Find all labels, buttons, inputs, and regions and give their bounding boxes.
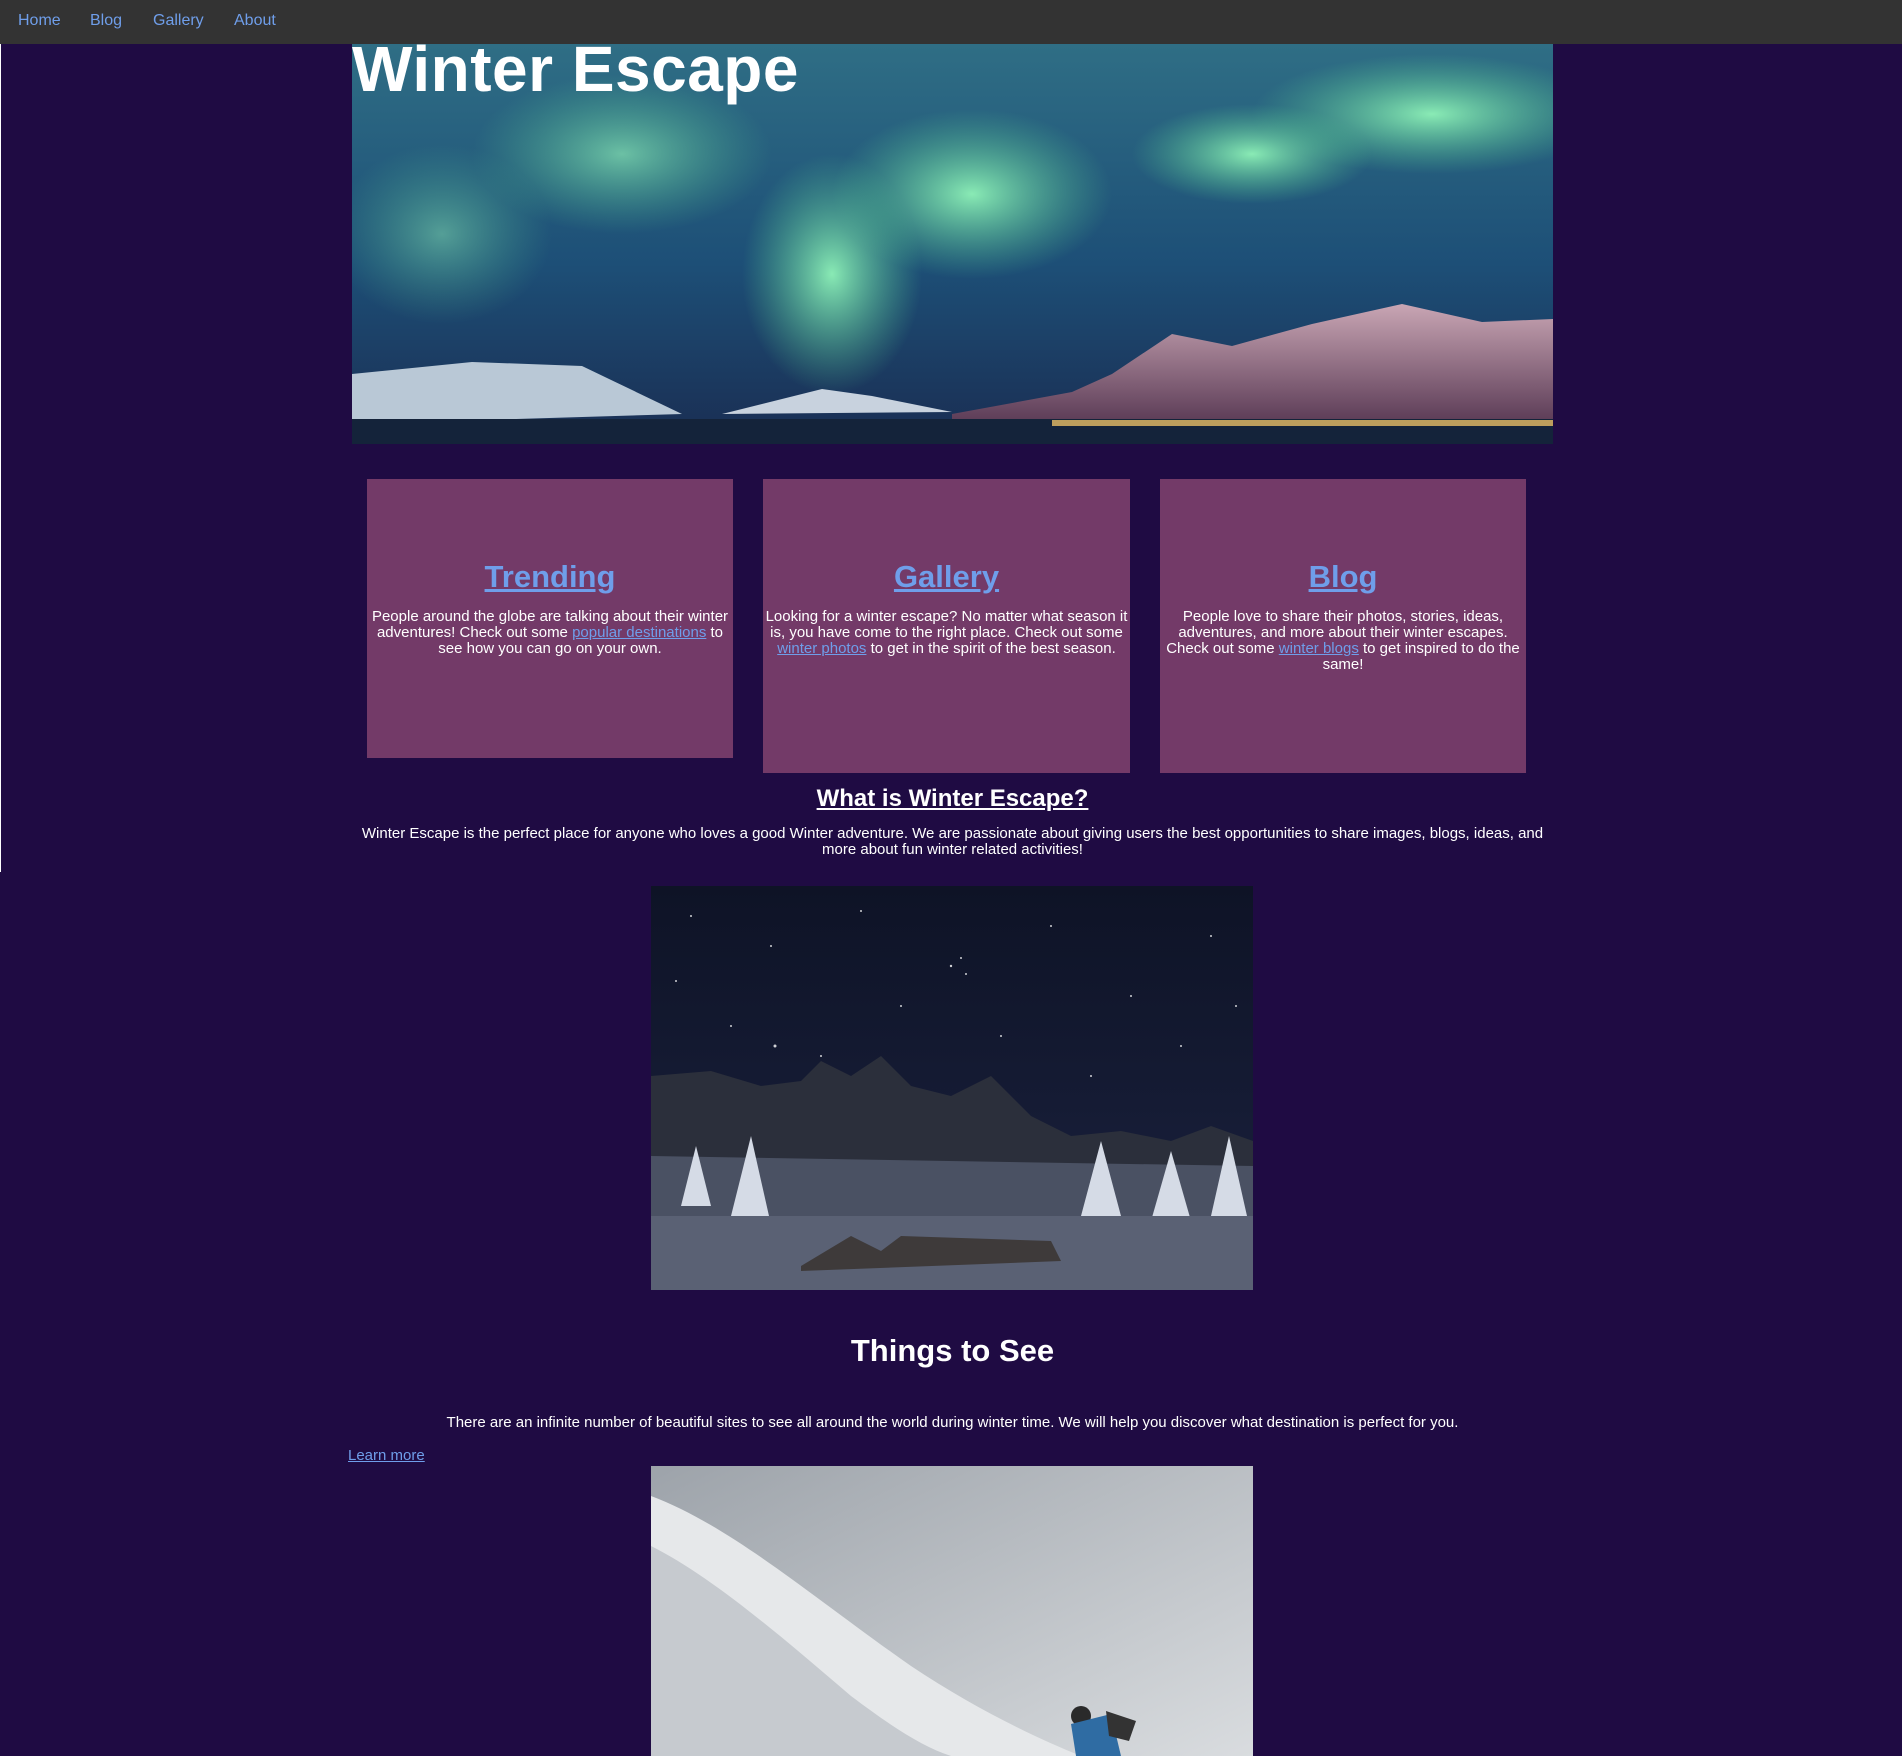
about-heading: What is Winter Escape? xyxy=(816,785,1089,812)
card-gallery-title-link[interactable]: Gallery xyxy=(894,559,999,594)
nav-blog-link[interactable]: Blog xyxy=(90,12,122,30)
nav-gallery-link[interactable]: Gallery xyxy=(153,12,204,30)
things-text: There are an infinite number of beautifu… xyxy=(446,1414,1459,1431)
site-title: Winter Escape xyxy=(352,33,799,105)
popular-destinations-link[interactable]: popular destinations xyxy=(572,624,706,641)
winter-photos-link[interactable]: winter photos xyxy=(777,640,866,657)
nav-home-link[interactable]: Home xyxy=(18,12,61,30)
winter-blogs-link[interactable]: winter blogs xyxy=(1279,640,1359,657)
nav-about-link[interactable]: About xyxy=(234,12,276,30)
top-nav: Home Blog Gallery About xyxy=(0,0,1902,44)
card-gallery-text: Looking for a winter escape? No matter w… xyxy=(765,608,1128,657)
skier-image xyxy=(651,1466,1253,1756)
card-blog-title-link[interactable]: Blog xyxy=(1309,559,1378,594)
card-gallery: Gallery Looking for a winter escape? No … xyxy=(763,479,1130,773)
card-blog: Blog People love to share their photos, … xyxy=(1160,479,1526,773)
card-trending: Trending People around the globe are tal… xyxy=(367,479,733,758)
left-edge-strip xyxy=(0,44,1,872)
things-heading: Things to See xyxy=(850,1333,1055,1368)
about-text: Winter Escape is the perfect place for a… xyxy=(361,825,1544,858)
card-trending-text: People around the globe are talking abou… xyxy=(371,608,729,657)
night-forest-image xyxy=(651,886,1253,1290)
card-blog-text: People love to share their photos, stori… xyxy=(1166,608,1520,673)
learn-more-link[interactable]: Learn more xyxy=(348,1447,425,1464)
card-trending-title-link[interactable]: Trending xyxy=(485,559,616,594)
